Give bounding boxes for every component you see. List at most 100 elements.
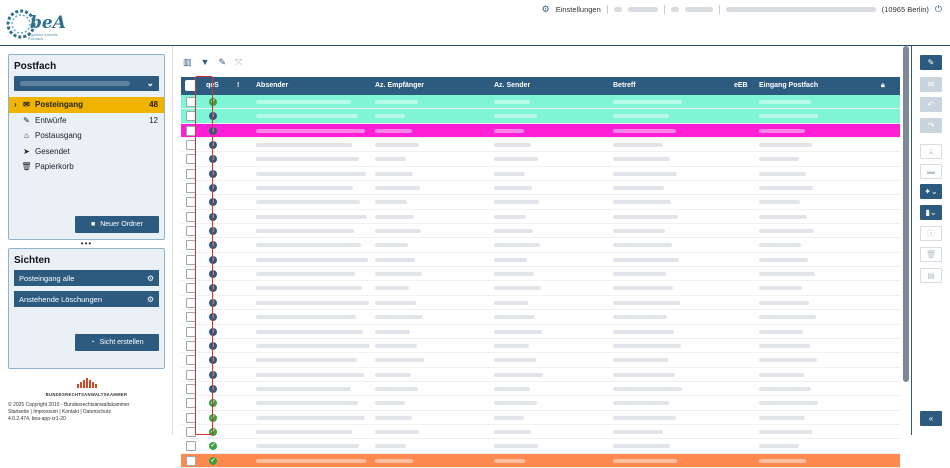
table-row[interactable]: i: [181, 224, 900, 239]
row-checkbox[interactable]: [186, 455, 196, 466]
info-circle-icon[interactable]: i: [209, 356, 217, 365]
reply-icon[interactable]: ↶: [920, 97, 942, 112]
folder-item[interactable]: 🗑︎ Papierkorb: [9, 159, 164, 175]
header-priority[interactable]: !: [237, 82, 239, 89]
info-circle-icon[interactable]: i: [209, 227, 217, 236]
info-circle-icon[interactable]: i: [209, 370, 217, 379]
table-row[interactable]: i: [181, 382, 900, 397]
office-redacted[interactable]: [684, 6, 713, 12]
columns-icon[interactable]: ▥: [183, 57, 192, 68]
compose-pencil-icon[interactable]: ✎: [920, 55, 942, 70]
header-betreff[interactable]: Betreff: [613, 82, 636, 89]
info-circle-icon[interactable]: i: [209, 270, 217, 279]
info-circle-icon[interactable]: i: [209, 112, 217, 121]
info-circle-icon[interactable]: i: [209, 384, 217, 393]
gear-icon[interactable]: ⚙: [542, 4, 550, 15]
table-row[interactable]: i: [181, 123, 900, 139]
info-circle-icon[interactable]: i: [209, 241, 217, 250]
info-circle-icon[interactable]: i: [209, 126, 217, 135]
row-checkbox[interactable]: [186, 398, 196, 409]
table-row[interactable]: i: [181, 310, 900, 325]
header-qes[interactable]: qeS: [206, 82, 219, 89]
row-checkbox[interactable]: [186, 140, 196, 151]
table-row[interactable]: i: [181, 353, 900, 368]
download-icon[interactable]: ⤓: [920, 144, 942, 159]
bea-logo[interactable]: beA Digitales Anwalts Postfach: [6, 7, 66, 41]
row-checkbox[interactable]: [186, 125, 196, 136]
check-circle-icon[interactable]: ✓: [209, 456, 217, 465]
table-row[interactable]: i: [181, 195, 900, 210]
info-icon[interactable]: ⓘ: [920, 226, 942, 241]
document-icon[interactable]: ▤: [920, 268, 942, 283]
info-circle-icon[interactable]: i: [209, 169, 217, 178]
folder-item[interactable]: ✎ Entwürfe 12: [9, 113, 164, 129]
table-row[interactable]: i: [181, 253, 900, 268]
new-folder-button[interactable]: ■ Neuer Ordner: [75, 216, 159, 233]
gear-icon[interactable]: ⚙: [147, 274, 154, 283]
settings-link[interactable]: Einstellungen: [556, 5, 601, 14]
check-circle-icon[interactable]: ✓: [209, 413, 217, 422]
row-checkbox[interactable]: [186, 211, 196, 222]
info-circle-icon[interactable]: i: [209, 141, 217, 150]
header-eeb[interactable]: eEB: [734, 82, 748, 89]
info-circle-icon[interactable]: i: [209, 341, 217, 350]
table-row[interactable]: ✓: [181, 411, 900, 425]
header-eingang[interactable]: Eingang Postfach: [759, 82, 818, 89]
table-row[interactable]: i: [181, 167, 900, 182]
info-circle-icon[interactable]: i: [209, 212, 217, 221]
folder-item[interactable]: ⌂ Postausgang: [9, 128, 164, 144]
table-row[interactable]: i: [181, 109, 900, 124]
folder-item[interactable]: › ✉ Posteingang 48: [9, 97, 164, 113]
table-row[interactable]: ✓: [181, 95, 900, 110]
power-icon[interactable]: ⏻: [935, 4, 942, 15]
view-posteingang-alle[interactable]: Posteingang alle ⚙: [14, 270, 159, 286]
table-row[interactable]: i: [181, 368, 900, 382]
row-checkbox[interactable]: [186, 297, 196, 308]
info-circle-icon[interactable]: i: [209, 255, 217, 264]
footer-links[interactable]: Startseite | Impressum | Kontakt | Daten…: [8, 409, 165, 416]
expand-icon[interactable]: ⤧: [235, 57, 242, 68]
table-row[interactable]: i: [181, 138, 900, 153]
info-circle-icon[interactable]: i: [209, 198, 217, 207]
header-az-empfaenger[interactable]: Az. Empfänger: [375, 82, 424, 89]
table-row[interactable]: i: [181, 238, 900, 253]
row-checkbox[interactable]: [186, 168, 196, 179]
select-all-checkbox[interactable]: [185, 80, 196, 91]
bookmark-dropdown-icon[interactable]: ▮⌄: [920, 205, 942, 220]
row-checkbox[interactable]: [186, 383, 196, 394]
row-checkbox[interactable]: [186, 312, 196, 323]
check-circle-icon[interactable]: ✓: [209, 98, 217, 106]
row-checkbox[interactable]: [186, 326, 196, 337]
table-row[interactable]: i: [181, 281, 900, 296]
header-absender[interactable]: Absender: [256, 82, 288, 89]
row-checkbox[interactable]: [186, 197, 196, 208]
table-row[interactable]: ✓: [181, 396, 900, 411]
collapse-left-icon[interactable]: «: [920, 411, 942, 426]
info-circle-icon[interactable]: i: [209, 313, 217, 322]
table-row[interactable]: i: [181, 181, 900, 196]
scrollbar[interactable]: [903, 46, 909, 382]
table-row[interactable]: i: [181, 325, 900, 339]
check-circle-icon[interactable]: ✓: [209, 442, 217, 451]
table-row[interactable]: i: [181, 339, 900, 354]
info-circle-icon[interactable]: i: [209, 298, 217, 307]
table-row[interactable]: i: [181, 152, 900, 167]
info-circle-icon[interactable]: i: [209, 327, 217, 336]
row-checkbox[interactable]: [186, 283, 196, 294]
row-checkbox[interactable]: [186, 154, 196, 165]
forward-icon[interactable]: ↷: [920, 118, 942, 133]
row-checkbox[interactable]: [186, 254, 196, 265]
check-circle-icon[interactable]: ✓: [209, 399, 217, 408]
table-row[interactable]: ✓: [181, 439, 900, 454]
view-anstehende-loeschungen[interactable]: Anstehende Löschungen ⚙: [14, 291, 159, 307]
tag-dropdown-icon[interactable]: ✦⌄: [920, 184, 942, 199]
row-checkbox[interactable]: [186, 183, 196, 194]
row-checkbox[interactable]: [186, 97, 196, 107]
row-checkbox[interactable]: [186, 441, 196, 452]
table-row[interactable]: ✓: [181, 425, 900, 440]
resize-handle[interactable]: •••: [8, 240, 165, 248]
row-checkbox[interactable]: [186, 426, 196, 437]
create-view-button[interactable]: ◔ Sicht erstellen: [75, 334, 159, 351]
row-checkbox[interactable]: [186, 412, 196, 423]
row-checkbox[interactable]: [186, 269, 196, 280]
